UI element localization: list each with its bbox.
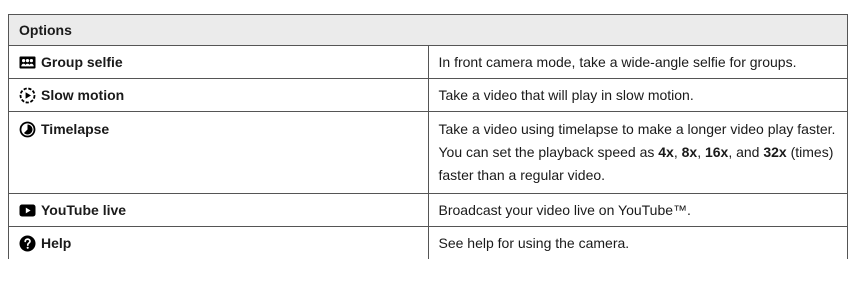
table-row: Slow motion Take a video that will play … [8, 78, 848, 112]
speed-value: 4x [658, 144, 674, 160]
option-description: In front camera mode, take a wide-angle … [427, 45, 848, 79]
option-name-cell: YouTube live [8, 193, 429, 227]
option-label: YouTube live [41, 201, 127, 218]
table-row: Timelapse Take a video using timelapse t… [8, 111, 848, 194]
speed-value: 32x [763, 144, 787, 160]
separator: , and [728, 144, 764, 160]
group-selfie-icon [19, 54, 36, 71]
speed-value: 8x [681, 144, 698, 160]
table-row: Help See help for using the camera. [8, 226, 848, 259]
separator: , [673, 144, 682, 160]
option-description: See help for using the camera. [427, 226, 848, 259]
option-label: Help [41, 234, 72, 251]
slow-motion-icon [19, 87, 36, 104]
option-name-cell: Slow motion [8, 78, 429, 112]
timelapse-icon [19, 121, 36, 138]
help-icon [19, 235, 36, 252]
speed-value: 16x [704, 144, 729, 160]
table-row: YouTube live Broadcast your video live o… [8, 193, 848, 227]
separator: , [697, 144, 705, 160]
table-header: Options [8, 14, 848, 46]
option-label: Timelapse [41, 121, 110, 137]
table-header-row: Options [8, 14, 848, 46]
option-label: Group selfie [41, 53, 123, 70]
option-name-cell: Group selfie [8, 45, 429, 79]
option-description: Take a video that will play in slow moti… [427, 78, 848, 112]
table-row: Group selfie In front camera mode, take … [8, 45, 848, 79]
option-name-cell: Help [8, 226, 429, 259]
options-table: Options Group selfie In front camera mod… [8, 14, 848, 259]
option-description: Take a video using timelapse to make a l… [427, 111, 848, 194]
youtube-icon [19, 202, 36, 219]
option-label: Slow motion [41, 86, 125, 103]
option-name-cell: Timelapse [8, 111, 429, 194]
option-description: Broadcast your video live on YouTube™. [427, 193, 848, 227]
